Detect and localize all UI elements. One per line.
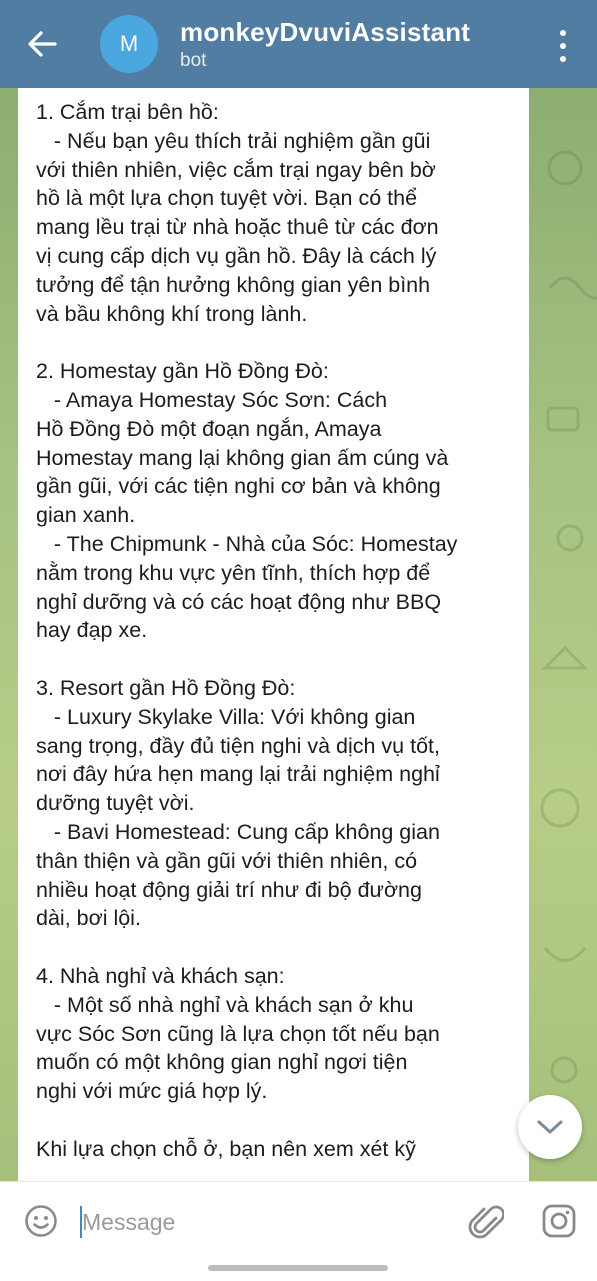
vertical-dots-icon xyxy=(560,30,566,36)
chat-title: monkeyDvuviAssistant xyxy=(180,16,471,47)
chat-header: M monkeyDvuviAssistant bot xyxy=(0,0,597,88)
chat-subtitle: bot xyxy=(180,49,207,71)
paperclip-icon xyxy=(468,1205,505,1239)
chevron-down-icon xyxy=(537,1120,563,1134)
scroll-down-button[interactable] xyxy=(518,1095,582,1159)
arrow-left-icon xyxy=(28,31,57,57)
instagram-camera-icon xyxy=(542,1204,576,1238)
avatar-letter: M xyxy=(119,31,139,56)
message-bubble[interactable]: 1. Cắm trại bên hồ: - Nếu bạn yêu thích … xyxy=(18,88,529,1181)
avatar[interactable]: M xyxy=(100,15,158,73)
attach-button[interactable] xyxy=(468,1202,505,1242)
camera-button[interactable] xyxy=(540,1202,578,1240)
message-text: 1. Cắm trại bên hồ: - Nếu bạn yêu thích … xyxy=(36,100,458,1161)
menu-button[interactable] xyxy=(555,30,571,62)
chat-background[interactable]: 1. Cắm trại bên hồ: - Nếu bạn yêu thích … xyxy=(0,88,597,1181)
back-button[interactable] xyxy=(14,16,70,72)
message-input-bar xyxy=(0,1181,597,1281)
message-input[interactable] xyxy=(82,1200,442,1244)
gesture-nav-handle[interactable] xyxy=(208,1265,388,1271)
emoji-button[interactable] xyxy=(24,1204,58,1238)
background-pattern xyxy=(540,150,597,1084)
chat-title-block[interactable]: monkeyDvuviAssistant bot xyxy=(180,17,470,72)
smiley-icon xyxy=(25,1205,57,1237)
